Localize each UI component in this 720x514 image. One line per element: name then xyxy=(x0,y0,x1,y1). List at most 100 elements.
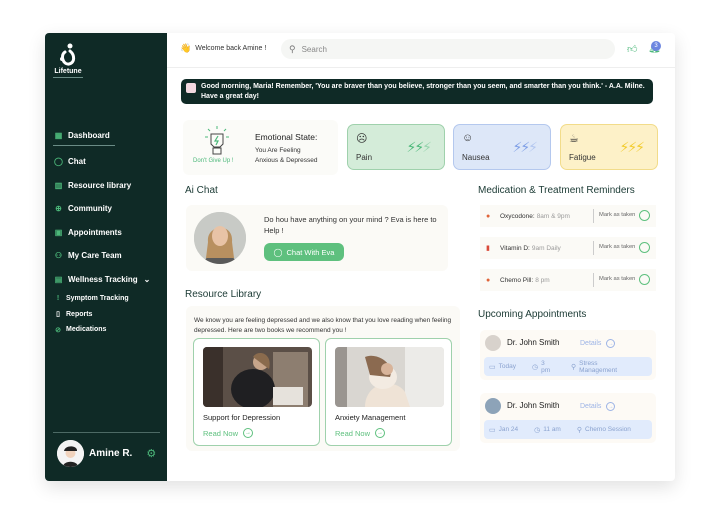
read-now-link[interactable]: Read Now → xyxy=(203,428,254,438)
doctor-name: Dr. John Smith xyxy=(507,401,560,410)
raised-fist-icon xyxy=(205,126,229,155)
waving-hand-icon: 👋 xyxy=(180,43,192,53)
pill-icon: ⊘ xyxy=(55,326,61,334)
pain-icon: ☹ xyxy=(356,133,368,145)
book-card[interactable]: Anxiety Management Read Now → xyxy=(325,338,452,446)
mark-as-taken-label: Mark as taken xyxy=(599,244,636,250)
upcoming-appointments-title: Upcoming Appointments xyxy=(478,309,587,320)
emotional-state-value: You Are Feeling Anxious & Depressed xyxy=(255,146,318,166)
document-icon: ▯ xyxy=(56,311,60,319)
symptom-card-pain[interactable]: ☹ Pain ⚡︎⚡︎⚡︎ xyxy=(347,124,445,170)
gear-icon[interactable]: ⚙ xyxy=(146,447,156,460)
sidebar-subitem-symptom-tracking[interactable]: ! Symptom Tracking xyxy=(53,291,161,307)
calendar-icon: ▭ xyxy=(489,426,496,434)
sidebar-item-dashboard[interactable]: ▦ Dashboard xyxy=(53,126,115,146)
sidebar-item-my-care-team[interactable]: ⚇ My Care Team xyxy=(53,244,161,268)
read-now-label: Read Now xyxy=(335,428,371,438)
sidebar-subitem-reports[interactable]: ▯ Reports xyxy=(53,307,161,323)
emotional-line-1: You Are Feeling xyxy=(255,147,301,154)
welcome-message: 👋 Welcome back Amine ! xyxy=(180,43,266,54)
appointment-card: Dr. John Smith Details → ▭ Jan 24 ◷ 11 am … xyxy=(480,393,656,443)
medication-time: 8am & 9pm xyxy=(536,212,570,220)
sidebar-item-resource-library[interactable]: ▥ Resource library xyxy=(53,174,161,198)
sidebar-item-community[interactable]: ⊕ Community xyxy=(53,197,161,221)
pill-icon: ● xyxy=(486,212,491,220)
details-link[interactable]: Details → xyxy=(580,402,616,411)
user-profile[interactable]: Amine R. ⚙ xyxy=(57,440,156,467)
chevron-down-icon[interactable]: ⌄ xyxy=(144,275,151,284)
doctor-name: Dr. John Smith xyxy=(507,338,560,347)
medication-item: ● Chemo Pill: 8 pm Mark as taken xyxy=(480,269,656,291)
book-card[interactable]: Support for Depression Read Now → xyxy=(193,338,320,446)
bolt-filled-icon: ⚡︎ xyxy=(520,139,530,155)
medication-time: 9am Daily xyxy=(531,244,561,252)
calendar-icon: ▭ xyxy=(489,363,496,371)
ai-chat-prompt: Do hou have anything on your mind ? Eva … xyxy=(264,215,437,235)
appointment-info: ▭ Today ◷ 3 pm ⚲ Stress Management xyxy=(484,357,652,376)
arrow-right-circle-icon: → xyxy=(606,339,616,348)
symptom-card-fatigue[interactable]: ☕︎ Fatigue ⚡︎⚡︎⚡︎ xyxy=(560,124,658,170)
sidebar-item-label: Appointments xyxy=(68,227,122,237)
book-title: Support for Depression xyxy=(203,413,281,422)
vitamin-bottle-icon: ▮ xyxy=(486,245,490,252)
medication-reminders-title: Medication & Treatment Reminders xyxy=(478,185,635,196)
daily-quote-banner: Good morning, Maria! Remember, 'You are … xyxy=(181,79,653,104)
symptom-label: Fatigue xyxy=(569,153,596,162)
symptom-card-nausea[interactable]: ☺ Nausea ⚡︎⚡︎⚡︎ xyxy=(453,124,551,170)
sidebar-item-chat[interactable]: ◯ Chat xyxy=(53,150,161,174)
nausea-icon: ☺ xyxy=(462,132,474,144)
person-icon: ⚲ xyxy=(571,363,577,371)
mark-as-taken-checkbox[interactable] xyxy=(639,210,650,221)
fatigue-icon: ☕︎ xyxy=(569,133,579,145)
quote-text: Good morning, Maria! Remember, 'You are … xyxy=(201,83,645,100)
notification-badge: 3 xyxy=(651,41,661,51)
appointment-type: ⚲ Chemo Session xyxy=(577,426,639,434)
sidebar-item-label: Resource library xyxy=(68,180,132,190)
resource-description: We know you are feeling depressed and we… xyxy=(194,317,452,334)
chat-with-eva-button[interactable]: ◯ Chat With Eva xyxy=(264,243,344,261)
bolt-outline-icon: ⚡︎ xyxy=(528,139,538,155)
appointment-date: ▭ Jan 24 xyxy=(489,426,526,434)
lifetune-logo-icon xyxy=(60,43,76,66)
dashboard-icon: ▦ xyxy=(54,131,63,140)
sidebar-item-label: Community xyxy=(68,204,112,214)
emotional-state-card: Don't Give Up ! Emotional State: You Are… xyxy=(183,120,338,175)
doctor-avatar xyxy=(485,398,501,414)
thermometer-icon: ! xyxy=(56,295,60,303)
logo-underline xyxy=(53,77,83,78)
bolt-outline-icon: ⚡︎ xyxy=(422,139,432,155)
symptom-label: Nausea xyxy=(462,153,490,162)
search-input[interactable]: ⚲ Search xyxy=(281,39,615,59)
read-now-link[interactable]: Read Now → xyxy=(335,428,386,438)
bolt-filled-icon: ⚡︎ xyxy=(627,139,637,155)
logo[interactable]: Lifetune xyxy=(53,43,83,78)
bolt-filled-icon: ⚡︎ xyxy=(414,139,424,155)
person-icon: ⚲ xyxy=(576,426,582,434)
search-icon: ⚲ xyxy=(289,43,296,54)
ai-chat-title: Ai Chat xyxy=(185,185,218,196)
arrow-right-circle-icon: → xyxy=(243,428,254,438)
mark-as-taken-checkbox[interactable] xyxy=(639,274,650,285)
sidebar-subitem-label: Reports xyxy=(66,310,93,318)
sidebar-subitem-medications[interactable]: ⊘ Medications xyxy=(53,322,161,338)
medication-item: ▮ Vitamin D: 9am Daily Mark as taken xyxy=(480,237,656,259)
mark-as-taken-checkbox[interactable] xyxy=(639,242,650,253)
avatar[interactable] xyxy=(57,440,84,467)
sidebar-item-wellness-tracking[interactable]: ▤ Wellness Tracking ⌄ xyxy=(53,268,161,292)
appointment-info: ▭ Jan 24 ◷ 11 am ⚲ Chemo Session xyxy=(484,420,652,439)
sidebar-item-appointments[interactable]: ▣ Appointments xyxy=(53,221,161,245)
details-link[interactable]: Details → xyxy=(580,339,616,348)
sidebar-divider xyxy=(53,432,160,433)
severity-bolts: ⚡︎⚡︎⚡︎ xyxy=(406,139,432,156)
book-cover-image xyxy=(335,347,444,407)
bolt-filled-icon: ⚡︎ xyxy=(635,139,645,155)
severity-bolts: ⚡︎⚡︎⚡︎ xyxy=(619,139,645,156)
books-icon: ▥ xyxy=(54,180,63,190)
avatar-image xyxy=(57,440,84,467)
date-text: Today xyxy=(498,363,516,370)
sidebar-subitem-label: Medications xyxy=(66,326,107,334)
calendar-icon: ▣ xyxy=(54,227,63,237)
thumbs-up-icon[interactable]: 👍︎ xyxy=(627,43,637,55)
mark-as-taken-label: Mark as taken xyxy=(599,276,636,282)
details-label: Details xyxy=(580,340,602,347)
